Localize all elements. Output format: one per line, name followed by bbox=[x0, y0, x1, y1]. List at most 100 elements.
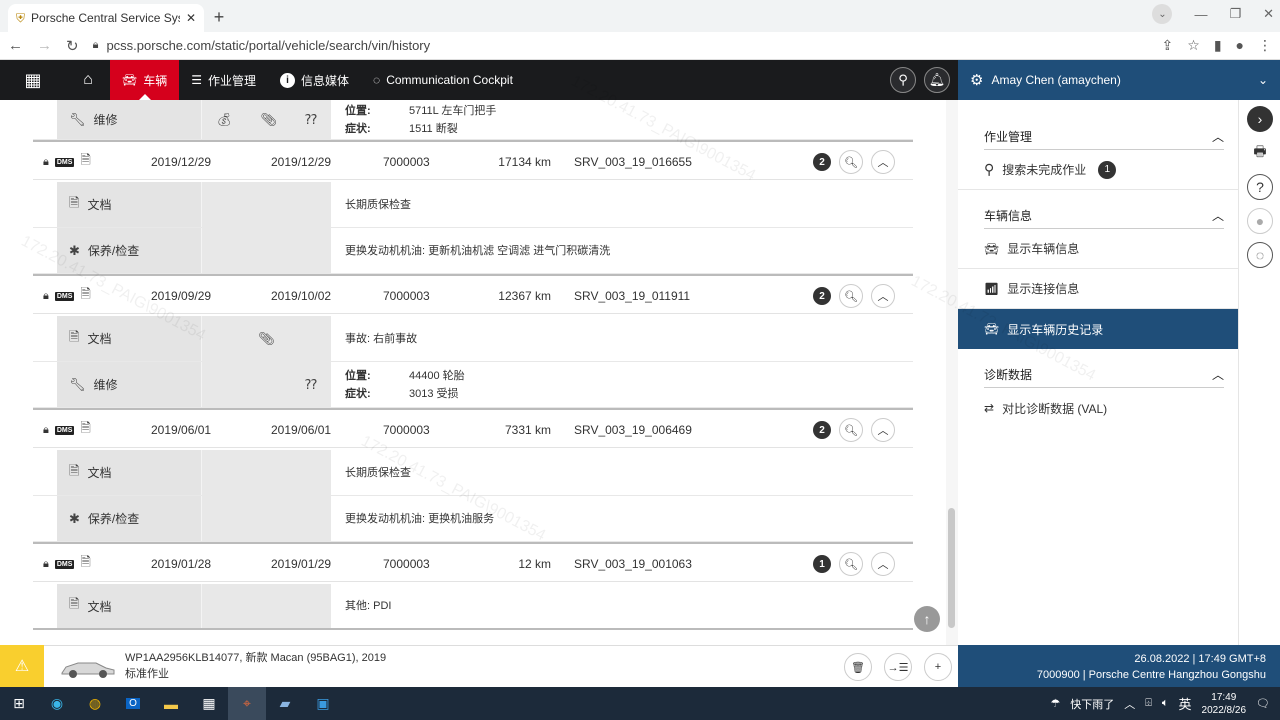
taskbar-edge[interactable]: ◉ bbox=[38, 687, 76, 720]
paperclip-icon[interactable]: 📎︎ bbox=[258, 331, 275, 347]
expand-panel-button[interactable]: › bbox=[1247, 106, 1273, 132]
nav-info-media[interactable]: i 信息媒体 bbox=[268, 60, 361, 100]
share-icon[interactable]: ⇪ bbox=[1162, 37, 1174, 54]
home-icon: ⌂ bbox=[83, 71, 93, 88]
money-bag-icon[interactable]: 💰︎ bbox=[216, 112, 233, 128]
history-record-header[interactable]: 🔒︎ DMS 🗎 2019/01/28 2019/01/29 7000003 12 … bbox=[33, 542, 913, 582]
close-window-icon[interactable]: ✕ bbox=[1263, 6, 1274, 22]
view-details-button[interactable]: 🔍︎ bbox=[839, 552, 863, 576]
taskbar-photos[interactable]: ▣ bbox=[304, 687, 342, 720]
end-date: 2019/06/01 bbox=[271, 423, 332, 437]
mileage: 12 km bbox=[518, 557, 551, 571]
dms-icon: DMS bbox=[54, 559, 75, 569]
delete-button[interactable]: 🗑︎ bbox=[844, 653, 872, 681]
section-vehicle-info[interactable]: 车辆信息 ︿ bbox=[984, 203, 1224, 229]
menu-dots-icon[interactable]: ⋮ bbox=[1258, 37, 1272, 54]
restore-icon[interactable]: ❐ bbox=[1229, 6, 1241, 22]
paperclip-icon[interactable]: 📎︎ bbox=[260, 112, 277, 128]
tray-chevron-icon[interactable]: ︿ bbox=[1124, 696, 1135, 712]
taskbar-calculator[interactable]: ▦ bbox=[190, 687, 228, 720]
chevron-down-icon[interactable]: ⌄ bbox=[1258, 73, 1268, 87]
collapse-button[interactable]: ︿ bbox=[871, 150, 895, 174]
nav-job-management[interactable]: ☰ 作业管理 bbox=[179, 60, 268, 100]
section-diagnostic-data[interactable]: 诊断数据 ︿ bbox=[984, 362, 1224, 388]
notifications-button[interactable]: 🔔︎ bbox=[924, 67, 950, 93]
forward-icon[interactable]: → bbox=[37, 37, 52, 54]
collapse-button[interactable]: ︿ bbox=[871, 552, 895, 576]
position-value: 44400 轮胎 bbox=[409, 369, 465, 382]
history-record-header[interactable]: 🔒︎ DMS 🗎 2019/09/29 2019/10/02 7000003 123… bbox=[33, 274, 913, 314]
help-button[interactable]: ? bbox=[1247, 174, 1273, 200]
ime-indicator[interactable]: 英 bbox=[1179, 694, 1192, 713]
service-number: SRV_003_19_006469 bbox=[574, 423, 692, 437]
new-tab-button[interactable]: + bbox=[208, 6, 230, 28]
chevron-up-icon[interactable]: ︿ bbox=[1212, 207, 1224, 224]
history-record-header[interactable]: 🔒︎ DMS 🗎 2019/06/01 2019/06/01 7000003 733… bbox=[33, 408, 913, 448]
show-vehicle-history[interactable]: 🚘︎ 显示车辆历史记录 bbox=[958, 309, 1238, 349]
collapse-button[interactable]: ︿ bbox=[871, 418, 895, 442]
view-details-button[interactable]: 🔍︎ bbox=[839, 418, 863, 442]
volume-icon[interactable]: 🔈︎ bbox=[1162, 697, 1169, 710]
history-subrow: 🗎 文档 📎︎ 事故: 右前事故 bbox=[33, 316, 913, 362]
show-connect-info[interactable]: 📶︎ 显示连接信息 bbox=[958, 269, 1238, 309]
item-label: 对比诊断数据 (VAL) bbox=[1002, 401, 1108, 416]
reload-icon[interactable]: ↻ bbox=[66, 37, 79, 55]
diagnostic-question-icon[interactable]: ⁇ bbox=[305, 377, 317, 393]
notification-icon[interactable]: 🗨︎ bbox=[1256, 697, 1270, 710]
nav-communication-cockpit[interactable]: ◌ Communication Cockpit bbox=[361, 60, 525, 100]
browser-tab[interactable]: ⛨ Porsche Central Service Syster ✕ bbox=[8, 4, 204, 32]
taskbar-app-active[interactable]: ⌖ bbox=[228, 687, 266, 720]
show-vehicle-info[interactable]: 🚘︎ 显示车辆信息 bbox=[958, 229, 1238, 269]
print-button[interactable]: 🖶 bbox=[1247, 140, 1273, 166]
gear-icon[interactable]: ⚙ bbox=[970, 71, 983, 89]
user-circle-button[interactable]: ● bbox=[1247, 208, 1273, 234]
url-field[interactable]: 🔒︎ pcss.porsche.com/static/portal/vehicl… bbox=[93, 35, 1148, 57]
nav-vehicle[interactable]: 🚘︎ 车辆 bbox=[110, 60, 180, 100]
minimize-icon[interactable]: — bbox=[1194, 7, 1207, 22]
diagnostic-question-icon[interactable]: ⁇ bbox=[305, 112, 317, 128]
clock-time: 17:49 bbox=[1211, 691, 1237, 703]
search-button[interactable]: ⚲ bbox=[890, 67, 916, 93]
warning-icon: ⚠ bbox=[14, 658, 30, 675]
chat-button[interactable]: ◌ bbox=[1247, 242, 1273, 268]
subrow-description: 事故: 右前事故 bbox=[345, 332, 418, 345]
search-unfinished-jobs[interactable]: ⚲ 搜索未完成作业 1 bbox=[958, 150, 1238, 190]
taskbar-notes[interactable]: ▰ bbox=[266, 687, 304, 720]
close-tab-icon[interactable]: ✕ bbox=[186, 11, 196, 25]
scrollbar-thumb[interactable] bbox=[948, 508, 955, 628]
home-button[interactable]: ⌂ bbox=[66, 60, 110, 100]
back-icon[interactable]: ← bbox=[8, 37, 23, 54]
taskbar-chrome[interactable]: ◍ bbox=[76, 687, 114, 720]
profile-icon[interactable]: ● bbox=[1236, 37, 1244, 54]
view-details-button[interactable]: 🔍︎ bbox=[839, 284, 863, 308]
warning-button[interactable]: ⚠ bbox=[0, 645, 44, 687]
weather-text[interactable]: 快下雨了 bbox=[1070, 696, 1114, 712]
section-job-management[interactable]: 作业管理 ︿ bbox=[984, 124, 1224, 150]
network-icon[interactable]: ⌹ bbox=[1145, 697, 1152, 710]
weather-icon[interactable]: ☂ bbox=[1050, 697, 1060, 710]
start-button[interactable]: ⊞ bbox=[0, 687, 38, 720]
taskbar-explorer[interactable]: ▬ bbox=[152, 687, 190, 720]
subrow-description: 更换发动机机油: 更新机油机滤 空调滤 进气门积碳清洗 bbox=[345, 244, 611, 257]
add-button[interactable]: + bbox=[924, 653, 952, 681]
clock[interactable]: 17:49 2022/8/26 bbox=[1202, 691, 1247, 717]
arrow-up-icon: ↑ bbox=[923, 611, 931, 627]
bookmark-star-icon[interactable]: ☆ bbox=[1187, 37, 1200, 54]
status-info: 26.08.2022 | 17:49 GMT+8 7000900 | Porsc… bbox=[958, 645, 1280, 687]
tab-search-icon[interactable]: ⌄ bbox=[1152, 4, 1173, 24]
chevron-up-icon[interactable]: ︿ bbox=[1212, 366, 1224, 383]
scroll-to-top-button[interactable]: ↑ bbox=[914, 606, 940, 632]
transfer-button[interactable]: →☰ bbox=[884, 653, 912, 681]
taskbar-outlook[interactable]: O bbox=[114, 687, 152, 720]
sidebar-icon[interactable]: ▮ bbox=[1214, 37, 1222, 54]
nav-cockpit-label: Communication Cockpit bbox=[386, 73, 513, 87]
compare-diagnostic-data[interactable]: ⇄ 对比诊断数据 (VAL) bbox=[958, 388, 1238, 428]
view-details-button[interactable]: 🔍︎ bbox=[839, 150, 863, 174]
subrow-description: 长期质保检查 bbox=[345, 198, 411, 211]
apps-grid-button[interactable]: ▦ bbox=[0, 60, 66, 100]
user-bar[interactable]: ⚙ Amay Chen (amaychen) ⌄ bbox=[958, 60, 1280, 100]
collapse-button[interactable]: ︿ bbox=[871, 284, 895, 308]
history-record-header[interactable]: 🔒︎ DMS 🗎 2019/12/29 2019/12/29 7000003 171… bbox=[33, 140, 913, 180]
history-subrow: 🗎 文档 其他: PDI bbox=[33, 584, 913, 630]
chevron-up-icon[interactable]: ︿ bbox=[1212, 128, 1224, 145]
